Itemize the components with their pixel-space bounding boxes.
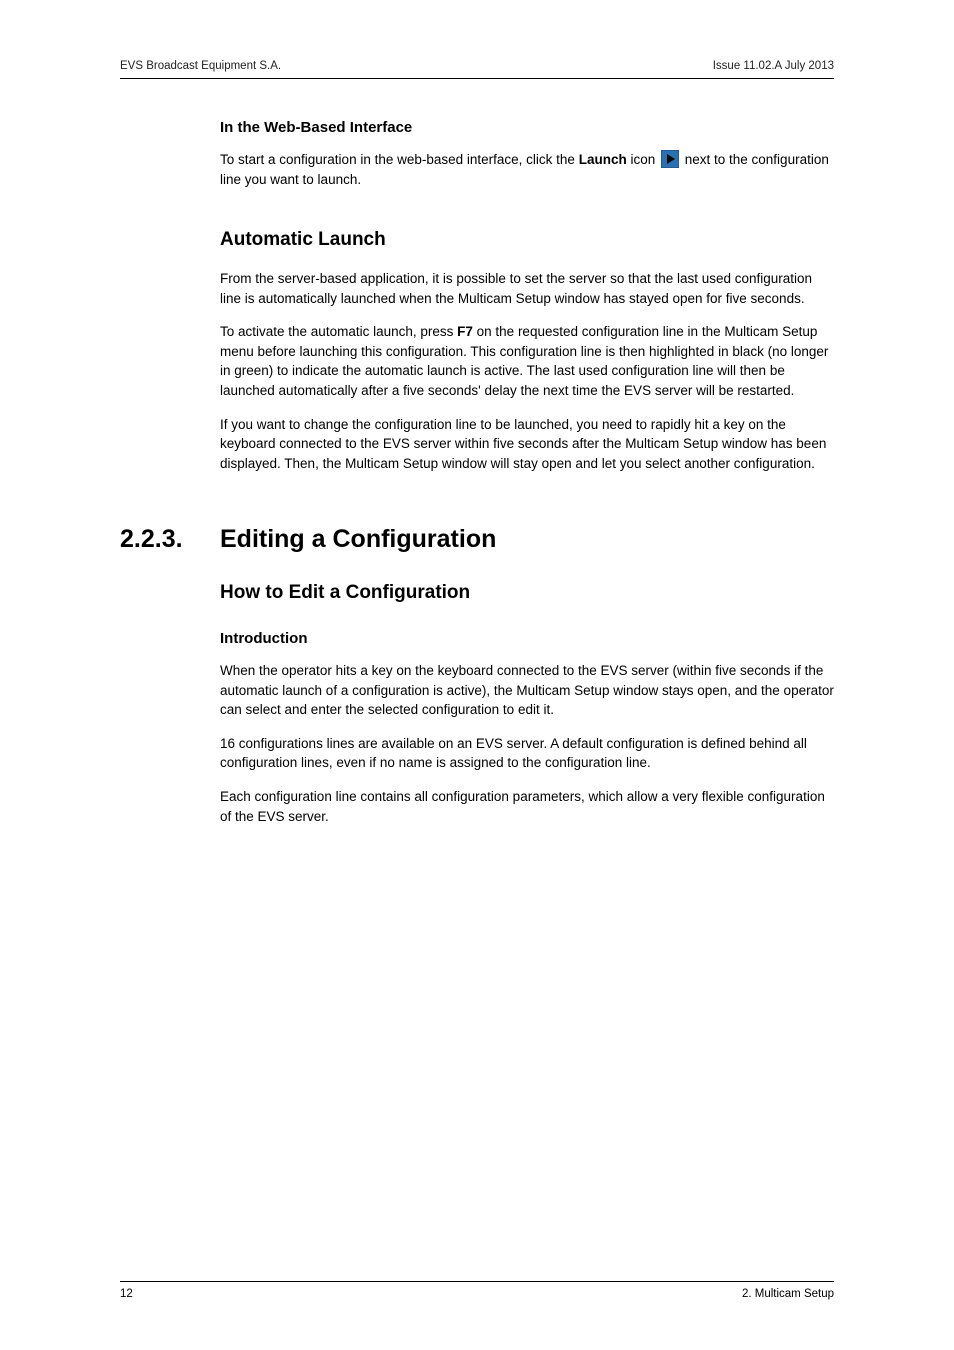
launch-play-icon [661, 150, 679, 168]
heading-automatic-launch: Automatic Launch [220, 229, 834, 251]
heading-web-interface: In the Web-Based Interface [220, 119, 834, 136]
paragraph: To start a configuration in the web-base… [220, 150, 834, 189]
paragraph: To activate the automatic launch, press … [220, 322, 834, 400]
footer-right: 2. Multicam Setup [742, 1288, 834, 1300]
paragraph: Each configuration line contains all con… [220, 787, 834, 826]
page-header: EVS Broadcast Equipment S.A. Issue 11.02… [120, 60, 834, 79]
content-block-1: In the Web-Based Interface To start a co… [220, 119, 834, 473]
page-footer: 12 2. Multicam Setup [120, 1281, 834, 1300]
section-title: Editing a Configuration [220, 525, 496, 554]
heading-editing-config: 2.2.3. Editing a Configuration [120, 525, 834, 554]
page-number: 12 [120, 1288, 133, 1300]
page: EVS Broadcast Equipment S.A. Issue 11.02… [0, 0, 954, 1350]
text-fragment: To start a configuration in the web-base… [220, 152, 579, 167]
section-number: 2.2.3. [120, 525, 220, 554]
bold-f7: F7 [457, 324, 473, 339]
header-left: EVS Broadcast Equipment S.A. [120, 60, 281, 72]
content-block-2: How to Edit a Configuration Introduction… [220, 582, 834, 826]
paragraph: If you want to change the configuration … [220, 415, 834, 474]
paragraph: From the server-based application, it is… [220, 269, 834, 308]
paragraph: When the operator hits a key on the keyb… [220, 661, 834, 720]
bold-launch: Launch [579, 152, 627, 167]
text-fragment: To activate the automatic launch, press [220, 324, 457, 339]
text-fragment: icon [627, 152, 659, 167]
heading-introduction: Introduction [220, 630, 834, 647]
header-right: Issue 11.02.A July 2013 [713, 60, 834, 72]
heading-how-to-edit: How to Edit a Configuration [220, 582, 834, 604]
paragraph: 16 configurations lines are available on… [220, 734, 834, 773]
